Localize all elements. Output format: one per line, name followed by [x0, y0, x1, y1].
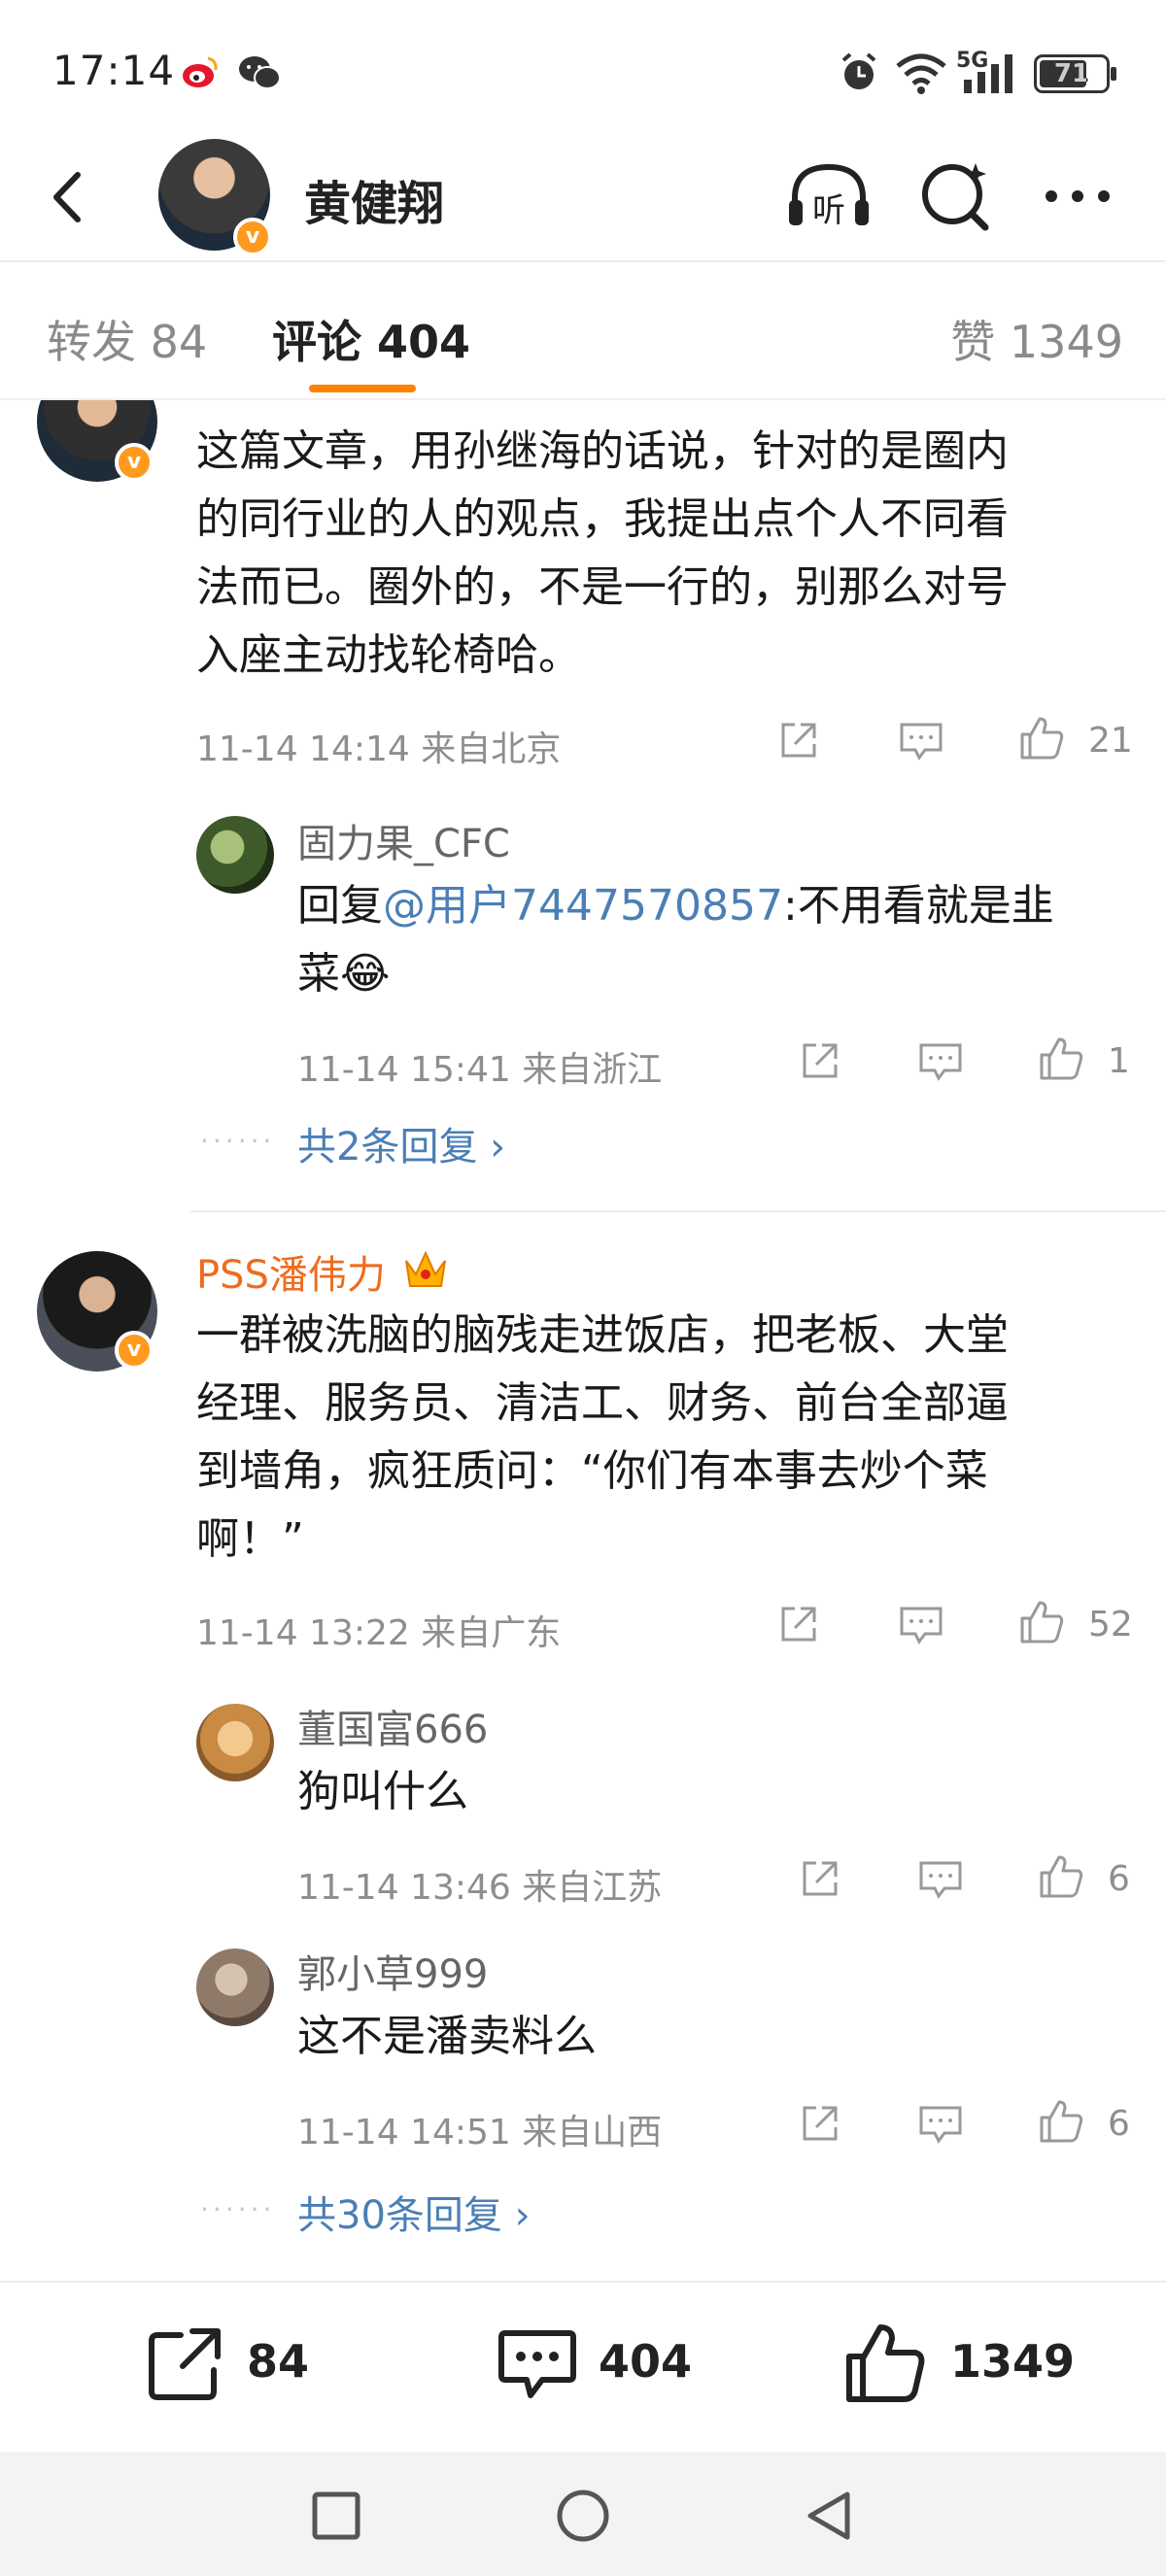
crown-icon [405, 1250, 446, 1287]
battery-icon: 71 [1034, 54, 1116, 93]
like-icon[interactable] [1036, 1034, 1086, 1084]
comment-icon[interactable] [917, 2100, 964, 2147]
tab-bar: 转发 84 评论 404 赞 1349 [0, 264, 1166, 400]
verified-badge-icon: v [233, 218, 272, 256]
comment-text: 一群被洗脑的脑残走进饭店，把老板、大堂 经理、服务员、清洁工、财务、前台全部逼 … [196, 1302, 1158, 1574]
like-count: 6 [1108, 2104, 1130, 2144]
signal-icon [964, 54, 1012, 93]
more-dots-icon[interactable] [1034, 157, 1121, 235]
comment-text-line: 一群被洗脑的脑残走进饭店，把老板、大堂 [196, 1310, 1009, 1360]
comment-text-line: 啊！” [196, 1514, 304, 1564]
like-icon[interactable] [1016, 713, 1067, 763]
like-count[interactable]: 1349 [950, 2335, 1075, 2388]
page-title[interactable]: 黄健翔 [304, 165, 444, 233]
comment-icon[interactable] [898, 1601, 944, 1647]
reply-author[interactable]: 固力果_CFC [297, 812, 510, 868]
reply-meta: 11-14 13:46 来自江苏 [297, 1868, 663, 1908]
like-count: 52 [1088, 1605, 1133, 1644]
reply-author[interactable]: 郭小草999 [297, 1943, 488, 1999]
comment-list[interactable]: v 这篇文章，用孙继海的话说，针对的是圈内 的同行业的人的观点，我提出点个人不同… [0, 400, 1166, 2281]
share-icon[interactable] [775, 717, 822, 763]
mention-link[interactable]: @用户7447570857 [383, 881, 783, 931]
like-icon[interactable] [1016, 1597, 1067, 1647]
more-replies-link[interactable]: 共2条回复 › [297, 1115, 505, 1171]
reply-meta: 11-14 15:41 来自浙江 [297, 1050, 663, 1090]
home-circle-icon[interactable] [554, 2487, 612, 2545]
weibo-icon [183, 56, 218, 87]
reply-author[interactable]: 董国富666 [297, 1698, 488, 1754]
comment-text: 这篇文章，用孙继海的话说，针对的是圈内 的同行业的人的观点，我提出点个人不同看 … [196, 418, 1149, 690]
share-icon[interactable] [797, 2100, 843, 2147]
more-replies-link[interactable]: 共30条回复 › [297, 2184, 531, 2240]
bottom-action-bar: 84 404 1349 [0, 2281, 1166, 2452]
listen-label: 听 [812, 191, 845, 230]
recents-square-icon[interactable] [307, 2487, 365, 2545]
battery-level: 71 [1053, 59, 1090, 88]
comment-text-line: 的同行业的人的观点，我提出点个人不同看 [196, 494, 1009, 544]
comment-author[interactable]: PSS潘伟力 [196, 1243, 386, 1300]
status-bar: 17:14 5G 71 [0, 0, 1166, 136]
comment-divider [190, 1210, 1166, 1212]
reply-meta: 11-14 14:51 来自山西 [297, 2113, 663, 2152]
comment-meta: 11-14 14:14 来自北京 [196, 729, 562, 769]
repost-icon[interactable] [142, 2320, 229, 2407]
like-count: 1 [1108, 1041, 1130, 1081]
reply-text-line: :不用看就是韭 [782, 881, 1054, 931]
reply-avatar[interactable] [196, 816, 274, 894]
reply-dots: ······ [200, 2193, 276, 2225]
like-icon[interactable] [1036, 1851, 1086, 1902]
reply-text: 这不是潘卖料么 [297, 2012, 597, 2061]
verified-badge-icon: v [115, 1331, 154, 1370]
reply-text-line: 菜😂 [297, 949, 391, 999]
search-icon[interactable] [913, 157, 1001, 235]
comment-icon[interactable] [898, 717, 944, 763]
like-icon[interactable] [1036, 2096, 1086, 2147]
tab-reposts[interactable]: 转发 84 [47, 307, 207, 371]
comment-meta: 11-14 13:22 来自广东 [196, 1613, 562, 1653]
share-icon[interactable] [775, 1601, 822, 1647]
headphones-listen-icon[interactable]: 听 [785, 157, 873, 235]
comment-count[interactable]: 404 [599, 2335, 692, 2388]
tab-likes[interactable]: 赞 1349 [950, 307, 1123, 371]
comment-text-line: 这篇文章，用孙继海的话说，针对的是圈内 [196, 426, 1009, 476]
reply-text: 狗叫什么 [297, 1767, 468, 1816]
system-nav-bar [0, 2452, 1166, 2576]
back-triangle-icon[interactable] [801, 2487, 859, 2545]
like-icon[interactable] [841, 2320, 929, 2407]
reply-prefix: 回复 [297, 881, 383, 931]
active-tab-indicator [309, 385, 416, 392]
comment-text-line: 入座主动找轮椅哈。 [196, 630, 581, 680]
like-count: 21 [1088, 721, 1133, 761]
top-nav-bar: v 黄健翔 听 [0, 136, 1166, 262]
alarm-icon [841, 52, 876, 89]
comment-icon[interactable] [917, 1855, 964, 1902]
repost-count[interactable]: 84 [247, 2335, 309, 2388]
wechat-icon [239, 56, 281, 89]
reply-text: 回复@用户7447570857:不用看就是韭 菜😂 [297, 872, 1152, 1008]
wifi-icon [896, 53, 946, 94]
comment-icon[interactable] [917, 1037, 964, 1084]
reply-avatar[interactable] [196, 1704, 274, 1781]
share-icon[interactable] [797, 1037, 843, 1084]
status-time: 17:14 [52, 47, 176, 94]
comment-icon[interactable] [494, 2320, 581, 2407]
tab-comments[interactable]: 评论 404 [272, 307, 470, 371]
verified-badge-icon: v [115, 443, 154, 482]
share-icon[interactable] [797, 1855, 843, 1902]
reply-avatar[interactable] [196, 1949, 274, 2026]
comment-text-line: 经理、服务员、清洁工、财务、前台全部逼 [196, 1378, 1009, 1428]
back-arrow-icon[interactable] [39, 163, 97, 231]
comment-text-line: 到墙角，疯狂质问：“你们有本事去炒个菜 [196, 1446, 988, 1496]
comment-text-line: 法而已。圈外的，不是一行的，别那么对号 [196, 562, 1009, 612]
reply-dots: ······ [200, 1125, 276, 1157]
like-count: 6 [1108, 1859, 1130, 1899]
